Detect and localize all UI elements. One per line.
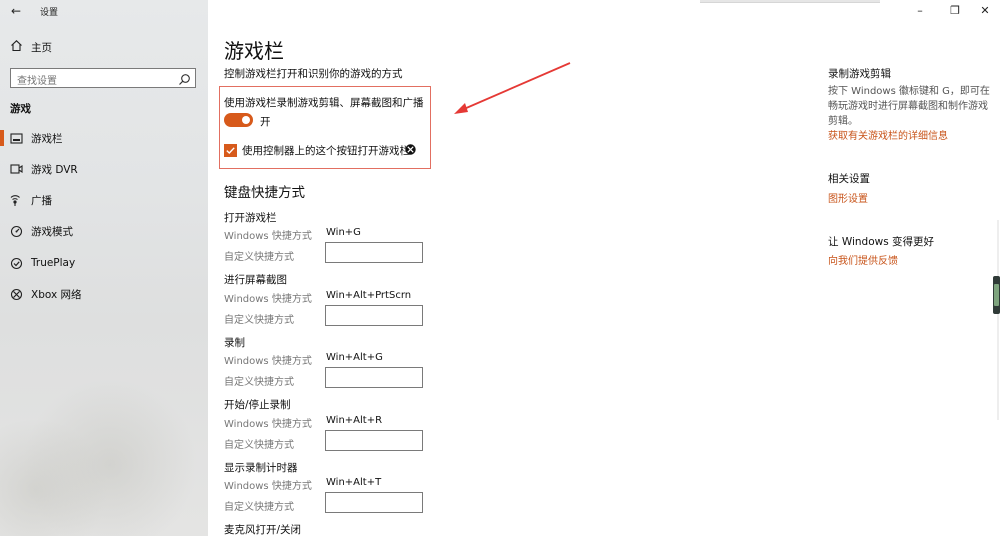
shortcut-action: 麦克风打开/关闭 [224,524,302,536]
windows-shortcut-label: Windows 快捷方式 [224,419,312,430]
back-arrow-icon[interactable]: ← [8,3,24,19]
custom-shortcut-label: 自定义快捷方式 [224,315,294,326]
custom-shortcut-input[interactable] [325,492,423,513]
selection-indicator [0,130,4,146]
window-title: 设置 [40,8,59,18]
annotation-arrow [454,62,571,114]
scrollbar-thumb[interactable] [993,276,1000,314]
windows-shortcut-value: Win+Alt+G [326,352,383,363]
toggle-state-label: 开 [260,116,271,128]
related-settings-title: 相关设置 [828,173,870,185]
custom-shortcut-label: 自定义快捷方式 [224,440,294,451]
windows-shortcut-label: Windows 快捷方式 [224,481,312,492]
section-header: 游戏 [10,103,31,115]
record-option-label: 使用游戏栏录制游戏剪辑、屏幕截图和广播 [224,97,424,109]
windows-shortcut-label: Windows 快捷方式 [224,356,312,367]
keyboard-shortcuts-title: 键盘快捷方式 [224,185,305,201]
custom-shortcut-label: 自定义快捷方式 [224,252,294,263]
sidebar-item-broadcast[interactable]: 广播 [0,187,208,213]
shortcut-action: 打开游戏栏 [224,212,277,224]
sidebar-item-game-bar[interactable]: 游戏栏 [0,125,208,151]
broadcast-icon [8,194,24,207]
sidebar-item-game-dvr[interactable]: 游戏 DVR [0,156,208,182]
game-bar-icon [8,132,24,144]
scrollbar-track[interactable] [997,220,999,420]
xbox-icon [8,288,24,301]
shortcut-action: 显示录制计时器 [224,462,298,474]
windows-shortcut-value: Win+G [326,227,361,238]
controller-checkbox[interactable] [224,144,237,157]
custom-shortcut-input[interactable] [325,367,423,388]
sidebar-item-label: 主页 [31,41,52,54]
restore-button[interactable]: ❐ [940,0,970,20]
search-icon[interactable] [178,71,191,85]
custom-shortcut-input[interactable] [325,242,423,263]
sidebar-item-trueplay[interactable]: TruePlay [0,250,208,276]
dvr-icon [8,163,24,175]
close-button[interactable]: ✕ [970,0,1000,20]
windows-shortcut-label: Windows 快捷方式 [224,294,312,305]
checkmark-icon [226,147,235,154]
home-icon [8,39,24,55]
record-toggle[interactable] [224,113,253,127]
windows-shortcut-label: Windows 快捷方式 [224,231,312,242]
game-bar-info-link[interactable]: 获取有关游戏栏的详细信息 [828,127,948,142]
controller-option-label: 使用控制器上的这个按钮打开游戏栏: [242,145,414,157]
shortcut-action: 进行屏幕截图 [224,274,287,286]
sidebar-item-label: 游戏 DVR [31,163,78,176]
windows-shortcut-value: Win+Alt+PrtScrn [326,290,412,301]
search-box[interactable] [10,68,196,91]
feedback-link[interactable]: 向我们提供反馈 [828,252,898,267]
minimize-button[interactable]: – [905,0,935,20]
sidebar-item-xbox-network[interactable]: Xbox 网络 [0,281,208,307]
windows-shortcut-value: Win+Alt+R [326,415,383,426]
popup-edge [700,0,880,3]
sidebar-item-label: 广播 [31,194,52,207]
sidebar: ← 设置 主页 游戏 游戏栏 游戏 DVR 广播 [0,0,208,536]
sidebar-item-label: 游戏栏 [31,132,63,145]
page-title: 游戏栏 [224,39,284,63]
page-description: 控制游戏栏打开和识别你的游戏的方式 [224,68,403,80]
graphics-settings-link[interactable]: 图形设置 [828,190,868,205]
clips-description: 按下 Windows 徽标键和 G，即可在畅玩游戏时进行屏幕截图和制作游戏剪辑。 [828,86,990,127]
clips-title: 录制游戏剪辑 [828,68,891,80]
sidebar-item-home[interactable]: 主页 [8,37,52,57]
sidebar-item-label: TruePlay [31,257,76,269]
xbox-logo-icon [405,144,416,155]
sidebar-item-label: 游戏模式 [31,225,73,238]
windows-shortcut-value: Win+Alt+T [326,477,382,488]
feedback-title: 让 Windows 变得更好 [828,236,935,248]
shortcut-action: 开始/停止录制 [224,399,291,411]
trueplay-icon [8,257,24,270]
custom-shortcut-input[interactable] [325,305,423,326]
game-mode-icon [8,225,24,238]
scrollbar-grip [994,284,999,306]
custom-shortcut-input[interactable] [325,430,423,451]
sidebar-item-label: Xbox 网络 [31,288,82,301]
toggle-knob [242,116,250,124]
search-input[interactable] [11,72,171,91]
sidebar-item-game-mode[interactable]: 游戏模式 [0,218,208,244]
custom-shortcut-label: 自定义快捷方式 [224,377,294,388]
custom-shortcut-label: 自定义快捷方式 [224,502,294,513]
shortcut-action: 录制 [224,337,245,349]
